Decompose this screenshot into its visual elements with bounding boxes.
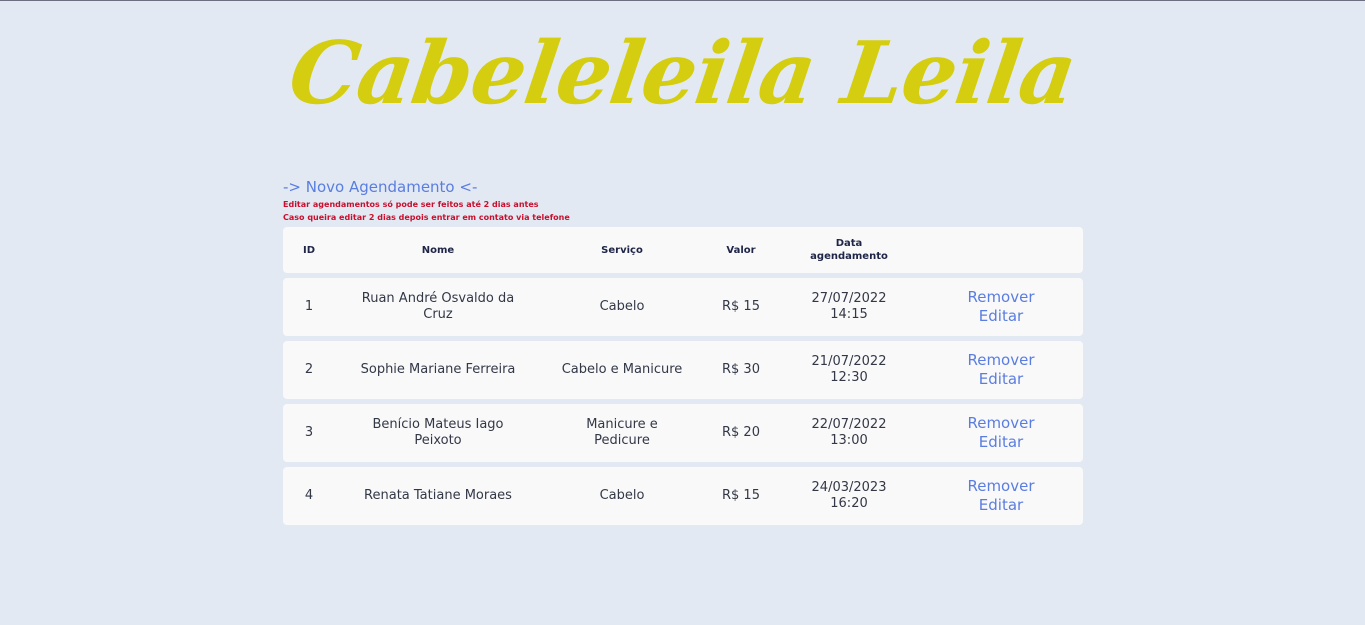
row-valor-text: R$ 20 bbox=[722, 425, 760, 440]
row-nome-text: Benício Mateus Iago Peixoto bbox=[372, 417, 504, 448]
row-valor: R$ 15 bbox=[722, 488, 760, 503]
row-id: 3 bbox=[304, 425, 314, 440]
header-data-label: Data agendamento bbox=[810, 238, 888, 262]
row-data: 27/07/2022 14:15 bbox=[779, 291, 919, 323]
edit-button[interactable]: Editar bbox=[923, 307, 1079, 326]
header-servico: Serviço bbox=[601, 244, 643, 256]
row-id: 1 bbox=[304, 299, 314, 314]
remove-button[interactable]: Remover bbox=[923, 351, 1079, 370]
row-nome-text: Ruan André Osvaldo da Cruz bbox=[361, 291, 515, 322]
edit-button[interactable]: Editar bbox=[923, 496, 1079, 515]
row-valor-text: R$ 30 bbox=[722, 362, 760, 377]
table-row: 1 Ruan André Osvaldo da Cruz Cabelo R$ 1… bbox=[283, 278, 1083, 336]
row-valor: R$ 15 bbox=[722, 299, 760, 314]
row-time: 12:30 bbox=[830, 370, 868, 385]
row-time: 14:15 bbox=[830, 307, 868, 322]
row-time: 13:00 bbox=[830, 433, 868, 448]
row-servico: Manicure e Pedicure bbox=[541, 417, 703, 449]
table-row: 3 Benício Mateus Iago Peixoto Manicure e… bbox=[283, 404, 1083, 462]
header-id: ID bbox=[302, 244, 316, 256]
row-date: 22/07/2022 bbox=[811, 417, 887, 432]
header-valor: Valor bbox=[726, 244, 756, 256]
row-nome: Renata Tatiane Moraes bbox=[335, 488, 541, 504]
remove-button[interactable]: Remover bbox=[923, 477, 1079, 496]
remove-button[interactable]: Remover bbox=[923, 414, 1079, 433]
row-nome: Benício Mateus Iago Peixoto bbox=[335, 417, 541, 449]
row-nome: Ruan André Osvaldo da Cruz bbox=[335, 291, 541, 323]
table-row: 4 Renata Tatiane Moraes Cabelo R$ 15 24/… bbox=[283, 467, 1083, 525]
row-servico: Cabelo bbox=[599, 299, 645, 314]
new-appointment-link[interactable]: -> Novo Agendamento <- bbox=[283, 178, 477, 196]
row-actions: Remover Editar bbox=[919, 414, 1083, 452]
row-data: 24/03/2023 16:20 bbox=[779, 480, 919, 512]
contact-notice: Caso queira editar 2 dias depois entrar … bbox=[283, 213, 570, 222]
row-valor: R$ 20 bbox=[703, 425, 779, 441]
row-actions: Remover Editar bbox=[919, 477, 1083, 515]
row-id: 4 bbox=[304, 488, 314, 503]
table-row: 2 Sophie Mariane Ferreira Cabelo e Manic… bbox=[283, 341, 1083, 399]
row-data: 21/07/2022 12:30 bbox=[779, 354, 919, 386]
appointments-section: -> Novo Agendamento <- Editar agendament… bbox=[283, 177, 1083, 525]
edit-button[interactable]: Editar bbox=[923, 433, 1079, 452]
appointments-table: ID Nome Serviço Valor Data agendamento 1… bbox=[283, 227, 1083, 525]
row-actions: Remover Editar bbox=[919, 351, 1083, 389]
edit-button[interactable]: Editar bbox=[923, 370, 1079, 389]
row-id: 2 bbox=[304, 362, 314, 377]
table-header: ID Nome Serviço Valor Data agendamento bbox=[283, 227, 1083, 273]
row-valor: R$ 30 bbox=[703, 362, 779, 378]
row-nome-text: Renata Tatiane Moraes bbox=[364, 488, 512, 503]
row-time: 16:20 bbox=[830, 496, 868, 511]
row-date: 21/07/2022 bbox=[811, 354, 887, 369]
row-data: 22/07/2022 13:00 bbox=[779, 417, 919, 449]
brand-logo: Cabeleleila Leila bbox=[283, 23, 1082, 124]
row-actions: Remover Editar bbox=[919, 288, 1083, 326]
row-nome-text: Sophie Mariane Ferreira bbox=[360, 362, 516, 377]
header-data: Data agendamento bbox=[779, 237, 919, 263]
edit-notice: Editar agendamentos só pode ser feitos a… bbox=[283, 200, 539, 209]
row-nome: Sophie Mariane Ferreira bbox=[335, 362, 541, 378]
row-date: 27/07/2022 bbox=[811, 291, 887, 306]
row-servico: Cabelo e Manicure bbox=[561, 362, 683, 377]
row-servico: Cabelo bbox=[599, 488, 645, 503]
row-date: 24/03/2023 bbox=[811, 480, 887, 495]
row-servico-text: Manicure e Pedicure bbox=[586, 417, 658, 448]
remove-button[interactable]: Remover bbox=[923, 288, 1079, 307]
header-nome: Nome bbox=[421, 244, 455, 256]
